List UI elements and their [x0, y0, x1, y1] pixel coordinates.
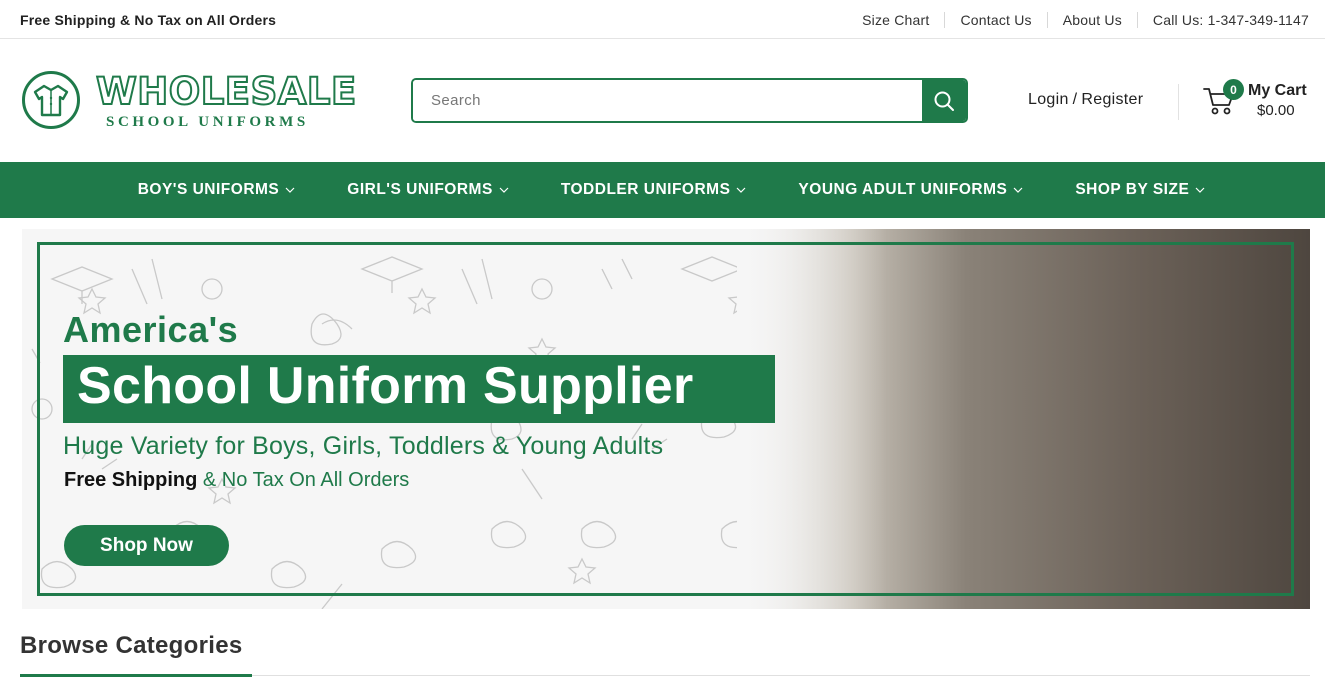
contact-us-link[interactable]: Contact Us — [944, 11, 1046, 28]
nav-item-label: GIRL'S UNIFORMS — [347, 181, 493, 198]
logo-wordmark: WHOLESALE — [95, 69, 357, 114]
chevron-down-icon — [1195, 187, 1205, 193]
hero-shipping-note: Free Shipping & No Tax On All Orders — [64, 469, 409, 492]
search-bar — [411, 78, 968, 123]
nav-girls-uniforms[interactable]: GIRL'S UNIFORMS — [347, 181, 509, 199]
call-us-link[interactable]: Call Us: 1-347-349-1147 — [1136, 11, 1309, 28]
announcement-bar: Free Shipping & No Tax on All Orders Siz… — [0, 0, 1325, 39]
nav-shop-by-size[interactable]: SHOP BY SIZE — [1075, 181, 1205, 199]
search-button[interactable] — [922, 80, 966, 121]
register-link[interactable]: Register — [1081, 91, 1143, 108]
hero-subheadline: Huge Variety for Boys, Girls, Toddlers &… — [63, 432, 664, 460]
heading-underline — [20, 674, 252, 677]
hero-headline: School Uniform Supplier — [77, 357, 694, 415]
chevron-down-icon — [285, 187, 295, 193]
nav-item-label: TODDLER UNIFORMS — [560, 181, 731, 198]
browse-categories-heading: Browse Categories — [20, 632, 243, 659]
promo-text: Free Shipping & No Tax on All Orders — [20, 12, 277, 28]
nav-item-label: YOUNG ADULT UNIFORMS — [798, 181, 1008, 198]
nav-item-label: SHOP BY SIZE — [1075, 181, 1190, 198]
hero-line-1: America's — [63, 309, 239, 350]
nav-young-adult-uniforms[interactable]: YOUNG ADULT UNIFORMS — [798, 181, 1023, 199]
top-links: Size Chart Contact Us About Us Call Us: … — [847, 0, 1309, 39]
cart-count-badge: 0 — [1223, 79, 1244, 100]
about-us-link[interactable]: About Us — [1046, 11, 1137, 28]
login-link[interactable]: Login — [1028, 91, 1069, 108]
nav-toddler-uniforms[interactable]: TODDLER UNIFORMS — [561, 181, 747, 199]
nav-item-label: BOY'S UNIFORMS — [137, 181, 280, 198]
header-divider — [1178, 84, 1179, 120]
cart-button[interactable]: 0 My Cart $0.00 — [1203, 78, 1315, 126]
search-input[interactable] — [413, 80, 923, 121]
cart-total: $0.00 — [1257, 102, 1295, 119]
account-links: Login / Register — [1028, 91, 1143, 109]
search-icon — [934, 91, 954, 111]
chevron-down-icon — [1013, 187, 1023, 193]
main-navigation: BOY'S UNIFORMS GIRL'S UNIFORMS TODDLER U… — [0, 162, 1325, 218]
login-separator: / — [1072, 91, 1078, 108]
hero-free-shipping: Free Shipping — [64, 469, 198, 491]
logo-subtitle: SCHOOL UNIFORMS — [106, 114, 309, 130]
cart-label: My Cart — [1248, 82, 1307, 99]
chevron-down-icon — [499, 187, 509, 193]
chevron-down-icon — [736, 187, 746, 193]
shirt-icon — [22, 71, 80, 129]
site-logo[interactable]: WHOLESALE SCHOOL UNIFORMS — [22, 69, 357, 132]
shop-now-button[interactable]: Shop Now — [64, 525, 229, 566]
size-chart-link[interactable]: Size Chart — [847, 12, 944, 28]
hero-no-tax: & No Tax On All Orders — [202, 469, 410, 491]
students-photo — [737, 229, 1310, 609]
nav-boys-uniforms[interactable]: BOY'S UNIFORMS — [138, 181, 296, 199]
